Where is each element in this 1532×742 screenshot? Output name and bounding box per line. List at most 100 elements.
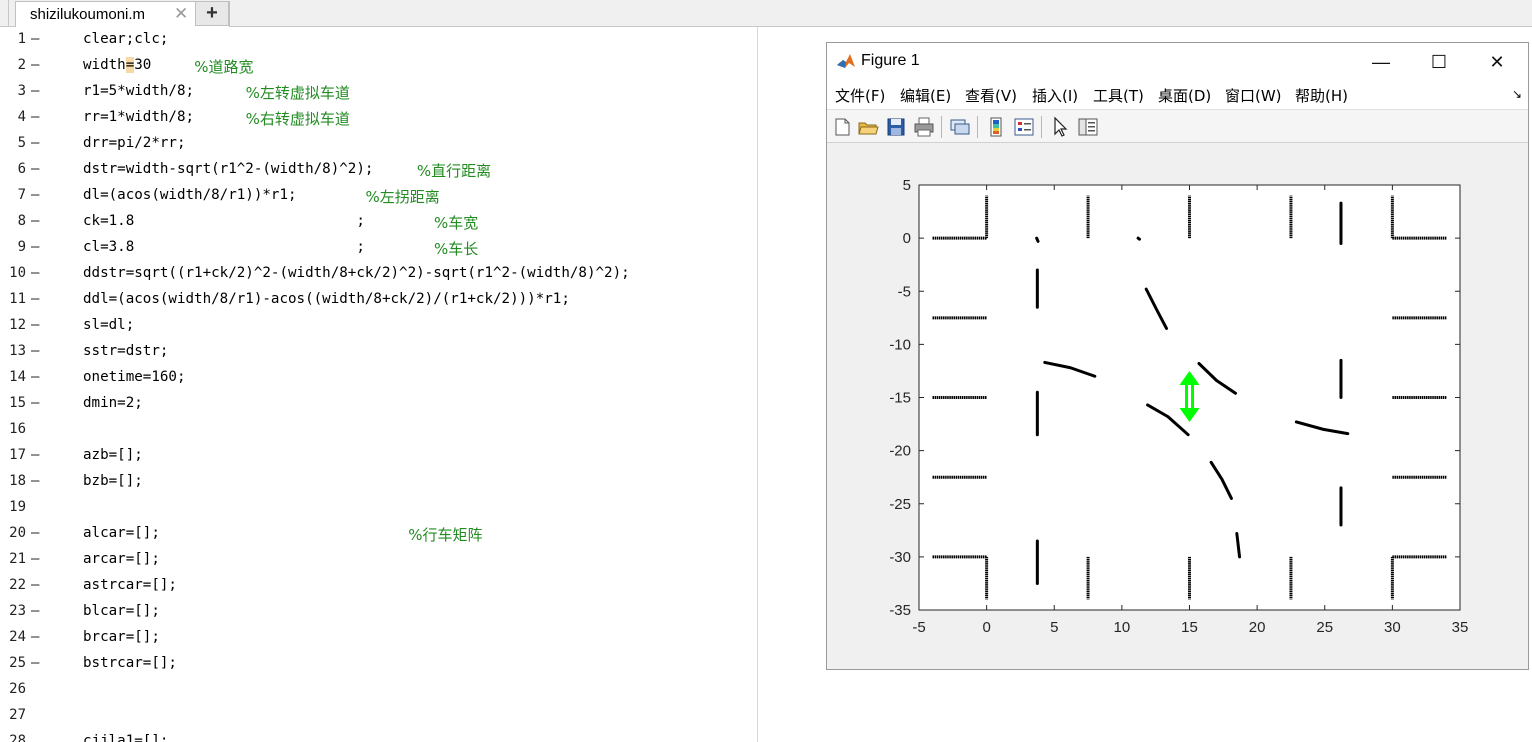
code-line[interactable]: 1 — clear;clc; (0, 27, 757, 53)
code-line[interactable]: 21 — arcar=[]; (0, 547, 757, 573)
code-text[interactable]: clear;clc; (83, 31, 168, 47)
code-text[interactable]: cl=3.8 ; (83, 239, 365, 255)
code-comment[interactable]: %车长 (434, 238, 478, 259)
save-icon[interactable] (885, 116, 907, 138)
code-line[interactable]: 25 — bstrcar=[]; (0, 651, 757, 677)
new-tab-button[interactable]: + (195, 1, 229, 26)
code-comment[interactable]: %右转虚拟车道 (246, 108, 350, 129)
code-line[interactable]: 4 — rr=1*width/8; %右转虚拟车道 (0, 105, 757, 131)
menu-window[interactable]: 窗口(W) (1225, 85, 1282, 106)
code-line[interactable]: 12 — sl=dl; (0, 313, 757, 339)
breakpoint-dash[interactable]: — (31, 109, 39, 125)
open-file-icon[interactable] (857, 116, 879, 138)
code-text[interactable]: width=30 (83, 57, 151, 73)
code-text[interactable]: dmin=2; (83, 395, 143, 411)
code-line[interactable]: 6 — dstr=width-sqrt(r1^2-(width/8)^2); %直行距… (0, 157, 757, 183)
code-text[interactable]: ck=1.8 ; (83, 213, 365, 229)
breakpoint-dash[interactable]: — (31, 161, 39, 177)
breakpoint-dash[interactable]: — (31, 291, 39, 307)
code-line[interactable]: 27 (0, 703, 757, 729)
menu-help[interactable]: 帮助(H) (1295, 85, 1348, 106)
code-text[interactable]: rr=1*width/8; (83, 109, 194, 125)
code-text[interactable]: r1=5*width/8; (83, 83, 194, 99)
breakpoint-dash[interactable]: — (31, 239, 39, 255)
print-icon[interactable] (913, 116, 935, 138)
code-line[interactable]: 19 (0, 495, 757, 521)
menu-view[interactable]: 查看(V) (965, 85, 1017, 106)
menu-desktop[interactable]: 桌面(D) (1158, 85, 1211, 106)
code-text[interactable]: onetime=160; (83, 369, 186, 385)
breakpoint-dash[interactable]: — (31, 317, 39, 333)
code-line[interactable]: 8 — ck=1.8 ; %车宽 (0, 209, 757, 235)
close-tab-icon[interactable]: ✕ (174, 4, 188, 24)
code-line[interactable]: 23 — blcar=[]; (0, 599, 757, 625)
edit-plot-icon[interactable] (1049, 116, 1071, 138)
code-line[interactable]: 22 — astrcar=[]; (0, 573, 757, 599)
breakpoint-dash[interactable]: — (31, 187, 39, 203)
code-text[interactable]: azb=[]; (83, 447, 143, 463)
close-window-button[interactable]: ✕ (1477, 49, 1517, 75)
breakpoint-dash[interactable]: — (31, 31, 39, 47)
figure-window[interactable]: Figure 1 — ☐ ✕ 文件(F) 编辑(E) 查看(V) 插入(I) 工… (826, 42, 1529, 670)
code-line[interactable]: 14 — onetime=160; (0, 365, 757, 391)
menu-tools[interactable]: 工具(T) (1093, 85, 1144, 106)
breakpoint-dash[interactable]: — (31, 655, 39, 671)
code-text[interactable]: cjjla1=[]; (83, 733, 168, 742)
code-comment[interactable]: %道路宽 (194, 56, 253, 77)
axes[interactable]: -5 0 5 10 15 20 25 30 35 5 0 -5 -10 -15 -20 -25 -30 -35 (827, 143, 1528, 669)
breakpoint-dash[interactable]: — (31, 577, 39, 593)
code-comment[interactable]: %左转虚拟车道 (246, 82, 350, 103)
breakpoint-dash[interactable]: — (31, 213, 39, 229)
code-text[interactable]: dstr=width-sqrt(r1^2-(width/8)^2); (83, 161, 373, 177)
menu-overflow-icon[interactable]: ↘ (1512, 87, 1522, 101)
new-figure-icon[interactable] (831, 116, 853, 138)
breakpoint-dash[interactable]: — (31, 629, 39, 645)
breakpoint-dash[interactable]: — (31, 57, 39, 73)
code-line[interactable]: 15 — dmin=2; (0, 391, 757, 417)
figure-titlebar[interactable]: Figure 1 — ☐ ✕ (827, 43, 1528, 81)
code-text[interactable]: blcar=[]; (83, 603, 160, 619)
breakpoint-dash[interactable]: — (31, 447, 39, 463)
breakpoint-dash[interactable]: — (31, 473, 39, 489)
code-line[interactable]: 20 — alcar=[]; %行车矩阵 (0, 521, 757, 547)
code-line[interactable]: 26 (0, 677, 757, 703)
code-line[interactable]: 10 — ddstr=sqrt((r1+ck/2)^2-(width/8+ck/2)… (0, 261, 757, 287)
code-line[interactable]: 5 — drr=pi/2*rr; (0, 131, 757, 157)
link-plot-icon[interactable] (949, 116, 971, 138)
code-line[interactable]: 7 — dl=(acos(width/8/r1))*r1; %左拐距离 (0, 183, 757, 209)
code-line[interactable]: 3 — r1=5*width/8; %左转虚拟车道 (0, 79, 757, 105)
axes-box[interactable] (918, 184, 1461, 611)
minimize-button[interactable]: — (1361, 49, 1401, 75)
code-line[interactable]: 9 — cl=3.8 ; %车长 (0, 235, 757, 261)
code-text[interactable]: astrcar=[]; (83, 577, 177, 593)
code-text[interactable]: ddstr=sqrt((r1+ck/2)^2-(width/8+ck/2)^2)… (83, 265, 630, 281)
code-line[interactable]: 18 — bzb=[]; (0, 469, 757, 495)
code-text[interactable]: bstrcar=[]; (83, 655, 177, 671)
breakpoint-dash[interactable]: — (31, 551, 39, 567)
code-text[interactable]: ddl=(acos(width/8/r1)-acos((width/8+ck/2… (83, 291, 570, 307)
breakpoint-dash[interactable]: — (31, 395, 39, 411)
code-text[interactable]: brcar=[]; (83, 629, 160, 645)
code-text[interactable]: sl=dl; (83, 317, 134, 333)
breakpoint-dash[interactable]: — (31, 525, 39, 541)
colorbar-icon[interactable] (985, 116, 1007, 138)
menu-insert[interactable]: 插入(I) (1032, 85, 1078, 106)
code-comment[interactable]: %左拐距离 (365, 186, 439, 207)
code-line[interactable]: 2 — width=30 %道路宽 (0, 53, 757, 79)
breakpoint-dash[interactable]: — (31, 83, 39, 99)
code-text[interactable]: bzb=[]; (83, 473, 143, 489)
code-comment[interactable]: %车宽 (434, 212, 478, 233)
code-line[interactable]: 11 — ddl=(acos(width/8/r1)-acos((width/8+c… (0, 287, 757, 313)
code-line[interactable]: 13 — sstr=dstr; (0, 339, 757, 365)
code-text[interactable]: arcar=[]; (83, 551, 160, 567)
code-text[interactable]: dl=(acos(width/8/r1))*r1; (83, 187, 297, 203)
code-line[interactable]: 28 cjjla1=[]; (0, 729, 757, 742)
breakpoint-dash[interactable]: — (31, 265, 39, 281)
breakpoint-dash[interactable]: — (31, 343, 39, 359)
breakpoint-dash[interactable]: — (31, 369, 39, 385)
code-comment[interactable]: %行车矩阵 (408, 524, 482, 545)
code-line[interactable]: 24 — brcar=[]; (0, 625, 757, 651)
menu-edit[interactable]: 编辑(E) (900, 85, 951, 106)
breakpoint-dash[interactable]: — (31, 135, 39, 151)
property-inspector-icon[interactable] (1077, 116, 1099, 138)
